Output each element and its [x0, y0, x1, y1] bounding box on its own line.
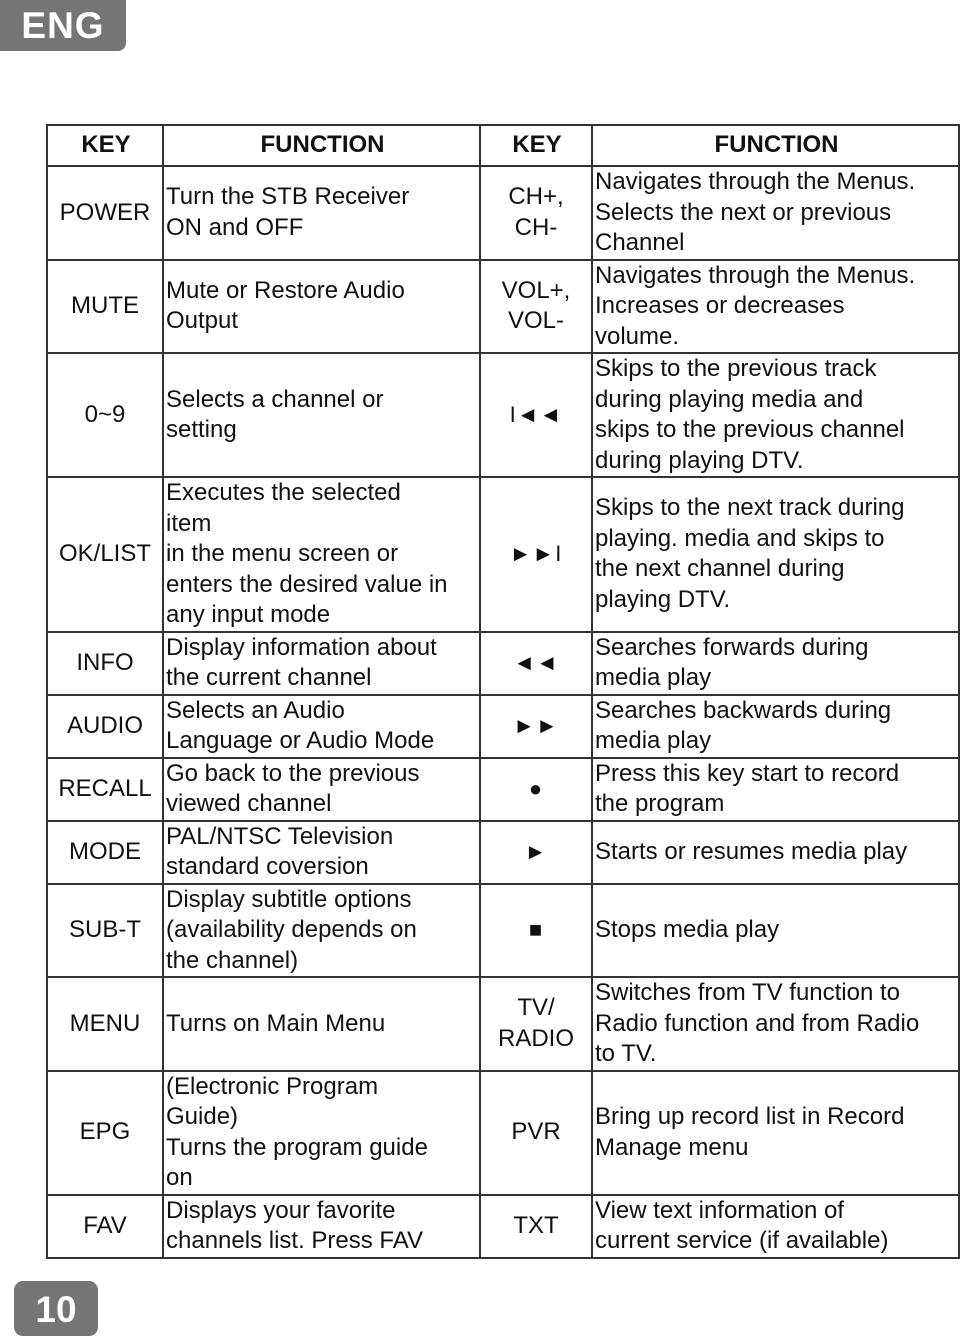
right-function-cell: Searches backwards during media play — [591, 693, 960, 759]
left-function-cell: Selects an Audio Language or Audio Mode — [162, 693, 481, 759]
left-key-cell: MENU — [46, 976, 164, 1072]
left-function-cell: Mute or Restore Audio Output — [162, 258, 481, 354]
left-key-cell: FAV — [46, 1193, 164, 1259]
table-row: FAV Displays your favorite channels list.… — [46, 1193, 960, 1259]
left-function-cell: PAL/NTSC Television standard coversion — [162, 819, 481, 885]
left-function-cell: Display information about the current ch… — [162, 630, 481, 696]
table-row: SUB-T Display subtitle options (availabil… — [46, 882, 960, 978]
left-key-cell: RECALL — [46, 756, 164, 822]
right-function-cell: Navigates through the Menus. Selects the… — [591, 165, 960, 261]
right-key-cell: TXT — [479, 1193, 593, 1259]
table-row: MENU Turns on Main Menu TV/ RADIO Switches … — [46, 976, 960, 1072]
left-function-cell: (Electronic Program Guide) Turns the pro… — [162, 1069, 481, 1196]
right-function-cell: Skips to the next track during playing. … — [591, 476, 960, 633]
right-key-cell: ● — [479, 756, 593, 822]
header-key-left: KEY — [46, 124, 164, 167]
left-function-cell: Selects a channel or setting — [162, 352, 481, 478]
left-key-cell: INFO — [46, 630, 164, 696]
right-key-cell: ►►I — [479, 476, 593, 633]
right-function-cell: Navigates through the Menus. Increases o… — [591, 258, 960, 354]
header-key-right: KEY — [479, 124, 593, 167]
right-function-cell: Stops media play — [591, 882, 960, 978]
rewind-icon: ◄◄ — [513, 649, 559, 675]
table-row: INFO Display information about the curren… — [46, 630, 960, 696]
left-key-cell: SUB-T — [46, 882, 164, 978]
table-row: RECALL Go back to the previous viewed cha… — [46, 756, 960, 822]
left-function-cell: Turn the STB Receiver ON and OFF — [162, 165, 481, 261]
left-key-cell: POWER — [46, 165, 164, 261]
table-row: OK/LIST Executes the selected item in the… — [46, 476, 960, 633]
left-function-cell: Go back to the previous viewed channel — [162, 756, 481, 822]
right-key-cell: PVR — [479, 1069, 593, 1196]
right-key-cell: ►► — [479, 693, 593, 759]
right-function-cell: Bring up record list in Record Manage me… — [591, 1069, 960, 1196]
remote-key-function-table: KEY FUNCTION KEY FUNCTION POWER Turn the … — [46, 124, 960, 1259]
right-key-cell: I◄◄ — [479, 352, 593, 478]
header-function-right: FUNCTION — [591, 124, 960, 167]
left-key-cell: EPG — [46, 1069, 164, 1196]
right-key-cell: TV/ RADIO — [479, 976, 593, 1072]
play-icon: ► — [524, 838, 548, 864]
left-function-cell: Display subtitle options (availability d… — [162, 882, 481, 978]
left-key-cell: 0~9 — [46, 352, 164, 478]
left-function-cell: Turns on Main Menu — [162, 976, 481, 1072]
table-row: EPG (Electronic Program Guide) Turns the … — [46, 1069, 960, 1196]
page-number-badge: 10 — [14, 1281, 98, 1336]
header-function-left: FUNCTION — [162, 124, 481, 167]
table-row: 0~9 Selects a channel or setting I◄◄ Skips … — [46, 352, 960, 478]
language-badge: ENG — [0, 0, 126, 51]
table-row: MODE PAL/NTSC Television standard coversi… — [46, 819, 960, 885]
table-row: AUDIO Selects an Audio Language or Audio … — [46, 693, 960, 759]
right-key-cell: ► — [479, 819, 593, 885]
left-key-cell: MUTE — [46, 258, 164, 354]
stop-icon: ■ — [528, 917, 544, 942]
right-key-cell: ■ — [479, 882, 593, 978]
table-row: MUTE Mute or Restore Audio Output VOL+, VO… — [46, 258, 960, 354]
left-function-cell: Displays your favorite channels list. Pr… — [162, 1193, 481, 1259]
record-icon: ● — [528, 775, 544, 801]
right-key-cell: ◄◄ — [479, 630, 593, 696]
right-function-cell: Searches forwards during media play — [591, 630, 960, 696]
right-key-cell: VOL+, VOL- — [479, 258, 593, 354]
right-function-cell: Switches from TV function to Radio funct… — [591, 976, 960, 1072]
left-key-cell: OK/LIST — [46, 476, 164, 633]
left-function-cell: Executes the selected item in the menu s… — [162, 476, 481, 633]
right-key-cell: CH+, CH- — [479, 165, 593, 261]
table-header-row: KEY FUNCTION KEY FUNCTION — [46, 124, 960, 167]
table-row: POWER Turn the STB Receiver ON and OFF CH+… — [46, 165, 960, 261]
previous-track-icon: I◄◄ — [509, 401, 563, 427]
right-function-cell: Skips to the previous track during playi… — [591, 352, 960, 478]
left-key-cell: MODE — [46, 819, 164, 885]
right-function-cell: Starts or resumes media play — [591, 819, 960, 885]
fast-forward-icon: ►► — [513, 712, 559, 738]
right-function-cell: View text information of current service… — [591, 1193, 960, 1259]
right-function-cell: Press this key start to record the progr… — [591, 756, 960, 822]
left-key-cell: AUDIO — [46, 693, 164, 759]
next-track-icon: ►►I — [509, 541, 563, 566]
